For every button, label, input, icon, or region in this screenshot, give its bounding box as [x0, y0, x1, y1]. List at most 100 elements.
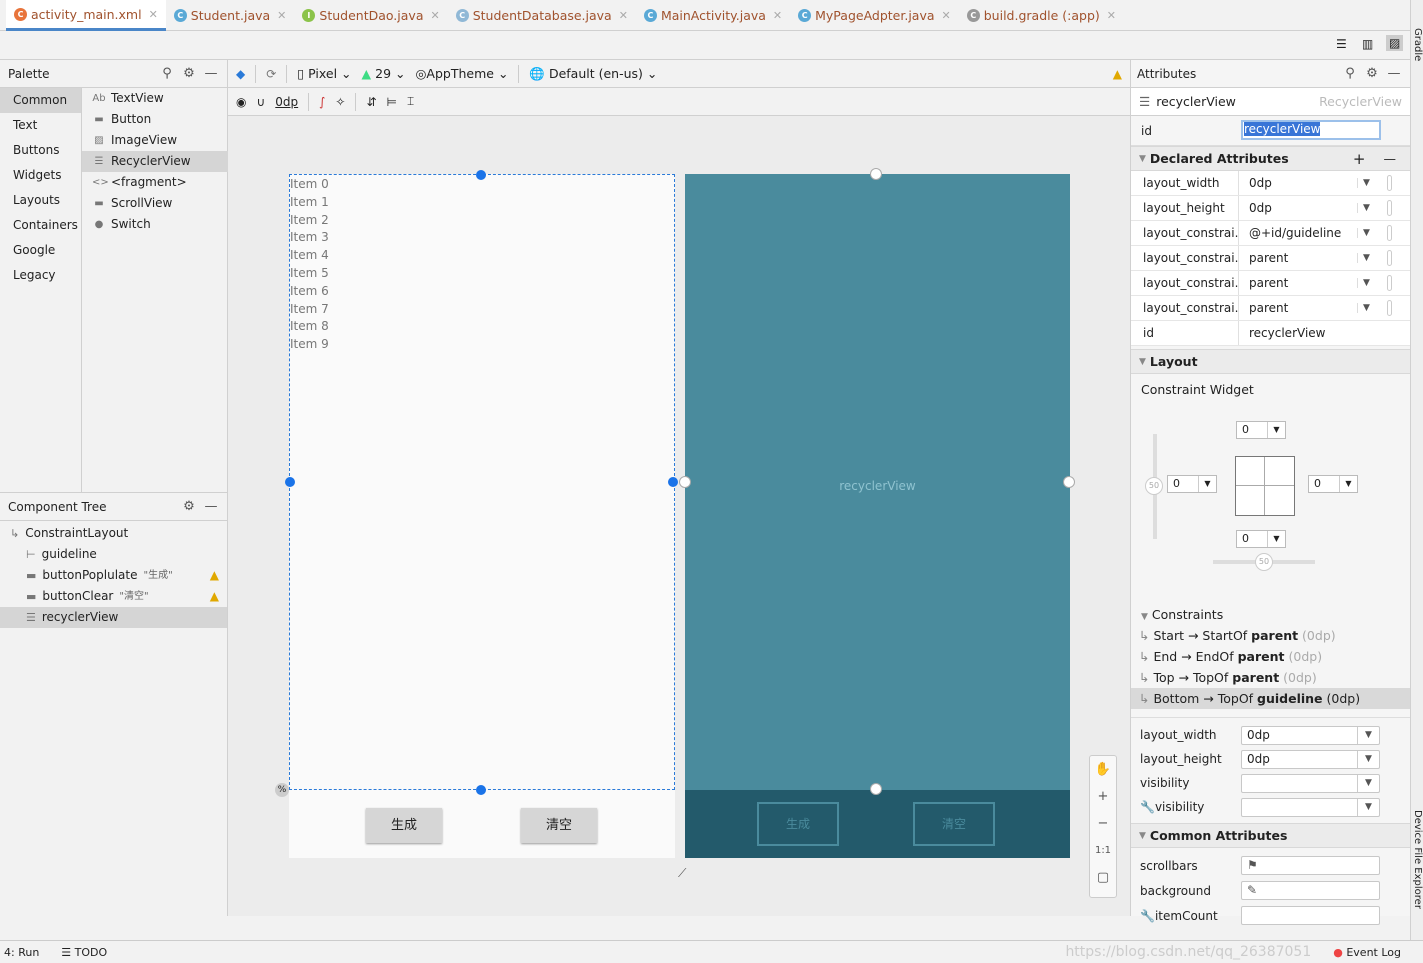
margin-top-dropdown[interactable]: 0 ▼ — [1236, 421, 1286, 439]
palette-item[interactable]: ▬ ScrollView — [82, 193, 228, 214]
tree-node[interactable]: ☰ recyclerView — [0, 607, 227, 628]
resource-picker-icon[interactable] — [1387, 275, 1392, 291]
field-input[interactable]: ✎ — [1241, 881, 1380, 900]
palette-category[interactable]: Layouts — [0, 188, 81, 213]
minimize-icon[interactable]: — — [1386, 66, 1402, 81]
align-icon[interactable]: ⊨ — [387, 95, 397, 109]
attribute-value[interactable]: parent — [1239, 301, 1410, 315]
id-input[interactable]: recyclerView — [1244, 122, 1321, 136]
percent-guideline-icon[interactable]: % — [275, 783, 289, 797]
palette-item[interactable]: Ab TextView — [82, 88, 228, 109]
field-dropdown[interactable]: ▼ — [1241, 773, 1380, 793]
attribute-row[interactable]: id recyclerView — [1131, 321, 1410, 346]
field-dropdown[interactable]: ▼ — [1241, 797, 1380, 817]
tree-node[interactable]: ⊢ guideline — [0, 544, 227, 565]
palette-item[interactable]: <> <fragment> — [82, 172, 228, 193]
default-margin[interactable]: 0dp — [275, 95, 298, 109]
palette-category[interactable]: Google — [0, 238, 81, 263]
api-dropdown[interactable]: ▲ 29 ⌄ — [362, 66, 406, 81]
infer-constraints-icon[interactable]: ✧ — [335, 95, 345, 109]
attribute-row[interactable]: layout_constrai... parent ▼ — [1131, 271, 1410, 296]
resize-handle-left[interactable] — [285, 477, 295, 487]
constraint-item[interactable]: ↳ End → EndOf parent (0dp) — [1131, 646, 1410, 667]
blueprint-button-populate[interactable]: 生成 — [757, 802, 839, 846]
tree-node[interactable]: ↳ ConstraintLayout — [0, 523, 227, 544]
palette-category[interactable]: Text — [0, 113, 81, 138]
close-icon[interactable]: ✕ — [619, 9, 628, 22]
field-input[interactable]: ⚑ — [1241, 856, 1380, 875]
constraint-item[interactable]: ↳ Top → TopOf parent (0dp) — [1131, 667, 1410, 688]
resource-picker-icon[interactable] — [1387, 250, 1392, 266]
attribute-value[interactable]: 0dp — [1239, 176, 1410, 190]
split-view-icon[interactable]: ▥ — [1362, 37, 1373, 51]
close-icon[interactable]: ✕ — [942, 9, 951, 22]
todo-tool-tab[interactable]: ☰ TODO — [61, 946, 107, 959]
attribute-row[interactable]: layout_constrai... @+id/guideline ▼ — [1131, 221, 1410, 246]
eye-icon[interactable]: ◉ — [236, 95, 246, 109]
device-dropdown[interactable]: ▯ Pixel ⌄ — [297, 66, 351, 81]
horizontal-bias-value[interactable]: 50 — [1255, 553, 1273, 571]
palette-category[interactable]: Widgets — [0, 163, 81, 188]
resize-handle-right[interactable] — [668, 477, 678, 487]
gear-icon[interactable]: ⚙ — [181, 66, 197, 81]
run-tool-tab[interactable]: 4: Run — [4, 946, 39, 959]
close-icon[interactable]: ✕ — [149, 8, 158, 21]
resize-corner-icon[interactable]: ⟋ — [678, 866, 686, 881]
add-attribute-icon[interactable]: + — [1353, 150, 1366, 168]
resize-handle-bottom[interactable] — [476, 785, 486, 795]
theme-dropdown[interactable]: ◎AppTheme ⌄ — [416, 66, 509, 81]
tab-3[interactable]: C StudentDatabase.java ✕ — [448, 0, 636, 31]
clear-constraints-icon[interactable]: ∫ — [319, 95, 325, 109]
tab-6[interactable]: Cbuild.gradle (:app) ✕ — [959, 0, 1124, 31]
attribute-value[interactable]: recyclerView — [1239, 326, 1410, 340]
warning-icon[interactable]: ▲ — [210, 565, 219, 586]
attribute-value[interactable]: parent — [1239, 251, 1410, 265]
zoom-in-icon[interactable]: + — [1090, 783, 1116, 810]
tab-4[interactable]: C MainActivity.java ✕ — [636, 0, 790, 31]
eyedropper-icon[interactable]: ✎ — [1247, 883, 1257, 897]
attribute-row[interactable]: layout_constrai... parent ▼ — [1131, 246, 1410, 271]
event-log-tab[interactable]: ● Event Log — [1333, 946, 1401, 959]
attribute-value[interactable]: @+id/guideline — [1239, 226, 1410, 240]
field-dropdown[interactable]: 0dp ▼ — [1241, 749, 1380, 769]
chevron-down-icon[interactable]: ▼ — [1357, 278, 1370, 288]
field-dropdown[interactable]: 0dp ▼ — [1241, 725, 1380, 745]
zoom-fit-icon[interactable]: ▢ — [1090, 864, 1116, 891]
layout-header[interactable]: ▼ Layout — [1131, 349, 1410, 374]
chevron-down-icon[interactable]: ▼ — [1357, 228, 1370, 238]
minimize-icon[interactable]: — — [203, 66, 219, 81]
guidelines-icon[interactable]: ⌶ — [407, 94, 414, 109]
chevron-down-icon[interactable]: ▼ — [1357, 303, 1370, 313]
zoom-actual-button[interactable]: 1:1 — [1090, 837, 1116, 864]
palette-item[interactable]: ● Switch — [82, 214, 228, 235]
attribute-row[interactable]: layout_width 0dp ▼ — [1131, 171, 1410, 196]
close-icon[interactable]: ✕ — [1107, 9, 1116, 22]
attribute-value[interactable]: parent — [1239, 276, 1410, 290]
field-input[interactable] — [1241, 906, 1380, 925]
chevron-down-icon[interactable]: ▼ — [1357, 203, 1370, 213]
palette-category[interactable]: Containers — [0, 213, 81, 238]
design-surface-icon[interactable]: ◆ — [236, 67, 245, 81]
constraint-item[interactable]: ↳ Bottom → TopOf guideline (0dp) — [1131, 688, 1410, 709]
gear-icon[interactable]: ⚙ — [1364, 66, 1380, 81]
code-view-icon[interactable]: ☰ — [1336, 37, 1347, 51]
tree-node[interactable]: ▬ buttonPoplulate "生成" ▲ — [0, 565, 227, 586]
resource-picker-icon[interactable] — [1387, 200, 1392, 216]
resize-handle-top[interactable] — [476, 170, 486, 180]
constraint-item[interactable]: ↳ Start → StartOf parent (0dp) — [1131, 625, 1410, 646]
locale-dropdown[interactable]: 🌐 Default (en-us) ⌄ — [529, 66, 657, 82]
magnet-icon[interactable]: ∪ — [256, 95, 265, 109]
gear-icon[interactable]: ⚙ — [181, 499, 197, 514]
blueprint-preview[interactable]: recyclerView — [685, 174, 1070, 790]
zoom-out-icon[interactable]: − — [1090, 810, 1116, 837]
close-icon[interactable]: ✕ — [430, 9, 439, 22]
warning-icon[interactable]: ▲ — [1113, 67, 1122, 81]
button-populate-preview[interactable]: 生成 — [366, 808, 442, 843]
gradle-tool-tab[interactable]: Gradle — [1412, 28, 1423, 61]
palette-category[interactable]: Common — [0, 88, 81, 113]
anchor-top[interactable] — [870, 168, 882, 180]
resource-picker-icon[interactable] — [1387, 225, 1392, 241]
palette-item[interactable]: ▨ ImageView — [82, 130, 228, 151]
palette-item[interactable]: ▬ Button — [82, 109, 228, 130]
search-icon[interactable]: ⚲ — [159, 66, 175, 81]
